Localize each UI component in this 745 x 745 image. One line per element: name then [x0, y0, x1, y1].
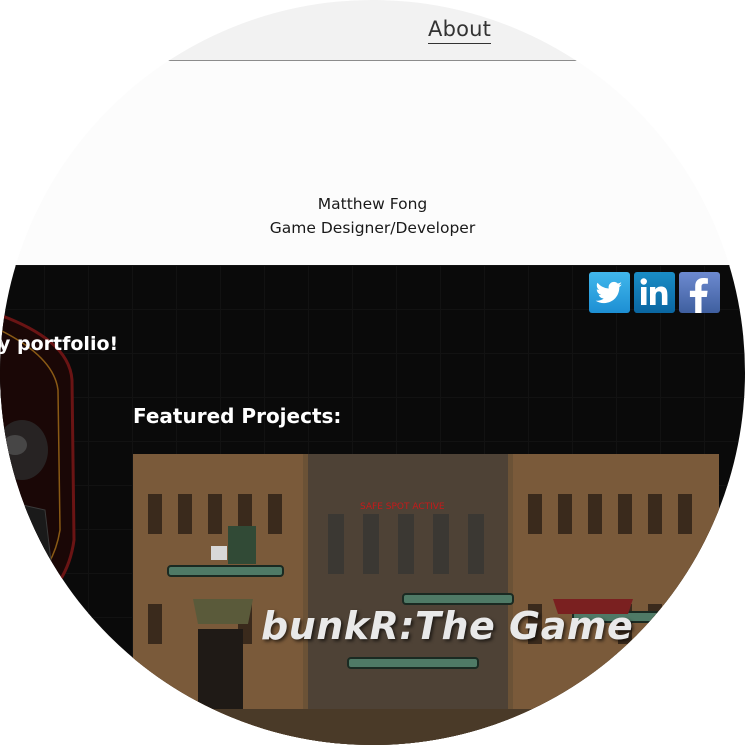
linkedin-icon	[640, 278, 668, 305]
project-sign-text: SAFE SPOT ACTIVE	[360, 502, 445, 512]
facebook-link[interactable]	[679, 272, 720, 313]
author-name: Matthew Fong	[317, 195, 428, 213]
project-screenshot	[133, 454, 719, 745]
top-nav: About	[0, 0, 745, 61]
project-card-bunkr[interactable]: SAFE SPOT ACTIVE bunkR:The Game	[133, 454, 719, 745]
facebook-icon	[689, 278, 708, 313]
linkedin-link[interactable]	[634, 272, 675, 313]
twitter-icon	[595, 281, 622, 304]
project-title: bunkR:The Game	[261, 604, 634, 648]
nav-about-link[interactable]: About	[428, 16, 492, 44]
site-header: Matthew Fong Game Designer/Developer	[0, 61, 745, 265]
featured-heading: Featured Projects:	[133, 404, 342, 428]
author-role: Game Designer/Developer	[269, 219, 476, 237]
page-viewport: About Matthew Fong Game Designer/Develop…	[0, 0, 745, 745]
helmet-graphic	[0, 313, 76, 610]
welcome-text: y portfolio!	[0, 333, 119, 355]
twitter-link[interactable]	[589, 272, 630, 313]
